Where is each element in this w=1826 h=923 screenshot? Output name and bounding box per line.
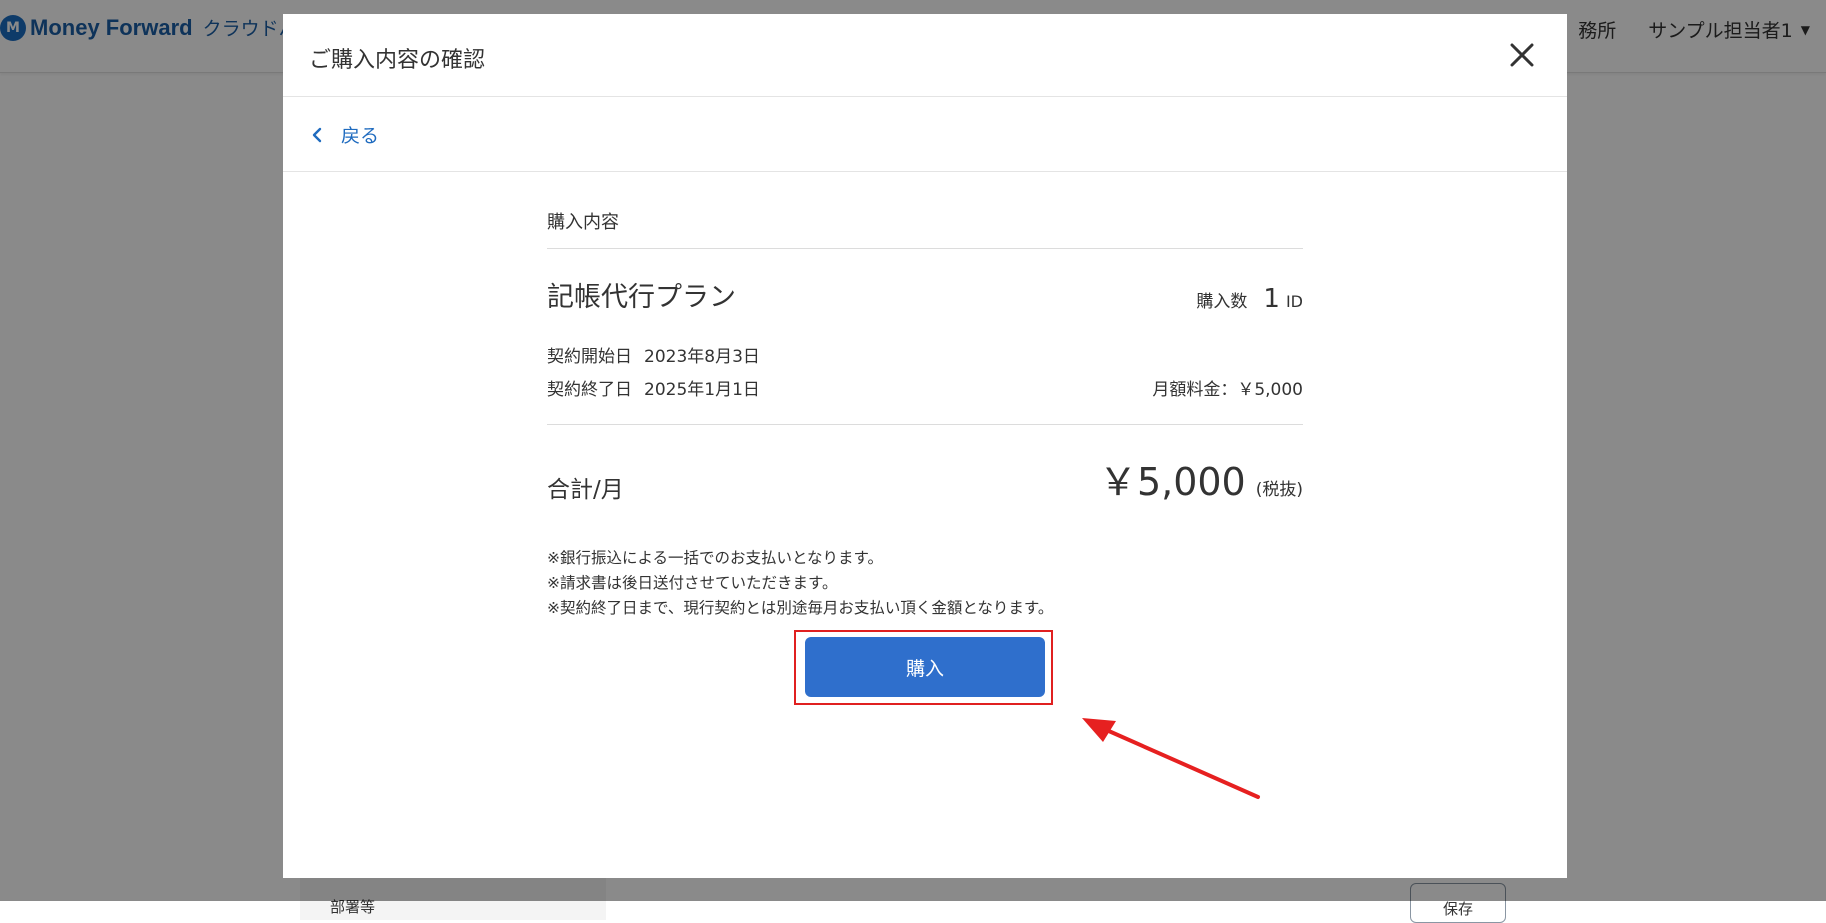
start-date-row: 契約開始日 2023年8月3日 bbox=[547, 338, 1303, 371]
total-value: ￥5,000 bbox=[1098, 460, 1246, 504]
contract-dates: 契約開始日 2023年8月3日 契約終了日 2025年1月1日 月額料金：￥5,… bbox=[547, 338, 1303, 404]
monthly-fee: 月額料金：￥5,000 bbox=[1152, 380, 1303, 400]
plan-row: 記帳代行プラン 購入数 1 ID bbox=[547, 275, 1303, 314]
note-line: ※請求書は後日送付させていただきます。 bbox=[547, 574, 838, 592]
close-button[interactable] bbox=[1507, 40, 1537, 70]
note-line: ※銀行振込による一括でのお支払いとなります。 bbox=[547, 549, 884, 567]
total-amount: ￥5,000 (税抜) bbox=[1099, 451, 1303, 506]
back-label: 戻る bbox=[341, 125, 380, 147]
quantity: 購入数 1 ID bbox=[1196, 284, 1303, 314]
back-link[interactable]: 戻る bbox=[311, 121, 379, 148]
modal-title: ご購入内容の確認 bbox=[309, 48, 486, 73]
quantity-value: 1 bbox=[1263, 284, 1280, 314]
divider bbox=[547, 424, 1303, 425]
tax-note: (税抜) bbox=[1255, 480, 1303, 500]
total-label: 合計/月 bbox=[547, 477, 624, 503]
payment-notes: ※銀行振込による一括でのお支払いとなります。 ※請求書は後日送付させていただきま… bbox=[547, 546, 1303, 621]
start-date-label: 契約開始日 bbox=[547, 347, 632, 367]
back-bar: 戻る bbox=[283, 97, 1567, 172]
purchase-button[interactable]: 購入 bbox=[805, 637, 1045, 697]
close-icon bbox=[1510, 43, 1534, 67]
modal-header: ご購入内容の確認 bbox=[283, 14, 1567, 97]
end-date-value: 2025年1月1日 bbox=[644, 380, 760, 400]
quantity-label: 購入数 bbox=[1196, 292, 1248, 312]
note-line: ※契約終了日まで、現行契約とは別途毎月お支払い頂く金額となります。 bbox=[547, 599, 1054, 617]
quantity-unit: ID bbox=[1285, 292, 1303, 311]
end-date-row: 契約終了日 2025年1月1日 月額料金：￥5,000 bbox=[547, 371, 1303, 404]
total-row: 合計/月 ￥5,000 (税抜) bbox=[547, 451, 1303, 506]
section-label: 購入内容 bbox=[547, 204, 1303, 249]
plan-name: 記帳代行プラン bbox=[547, 282, 736, 313]
end-date-label: 契約終了日 bbox=[547, 380, 632, 400]
purchase-details-content: 購入内容 記帳代行プラン 購入数 1 ID 契約開始日 2023年8月3日 契約… bbox=[547, 204, 1303, 621]
chevron-left-icon bbox=[312, 127, 322, 142]
start-date-value: 2023年8月3日 bbox=[644, 347, 760, 367]
